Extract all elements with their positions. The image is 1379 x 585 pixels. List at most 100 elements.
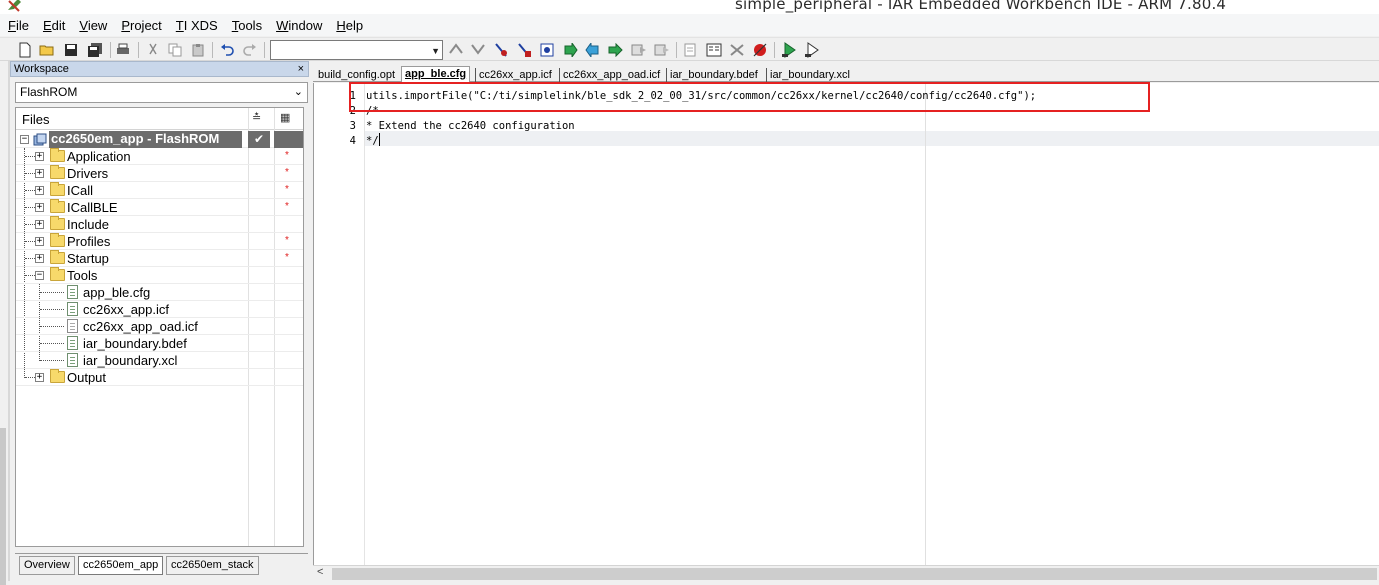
save-all-icon[interactable] bbox=[86, 41, 104, 59]
tab-iar-boundary-bdef[interactable]: iar_boundary.bdef bbox=[667, 68, 761, 82]
compile-icon[interactable] bbox=[630, 41, 648, 59]
expand-icon[interactable]: + bbox=[35, 203, 44, 212]
file-app-ble-cfg[interactable]: app_ble.cfg bbox=[16, 284, 303, 301]
close-icon[interactable]: × bbox=[298, 62, 304, 76]
expand-icon[interactable]: + bbox=[35, 237, 44, 246]
right-margin-guide bbox=[925, 83, 926, 565]
group-icallble[interactable]: + ICallBLE * bbox=[16, 199, 303, 216]
file-cc26xx-app-oad-icf[interactable]: cc26xx_app_oad.icf bbox=[16, 318, 303, 335]
open-folder-icon[interactable] bbox=[38, 41, 56, 59]
undo-icon[interactable] bbox=[218, 41, 236, 59]
excluded-file-icon bbox=[67, 319, 78, 333]
toggle-breakpoint-icon[interactable] bbox=[705, 41, 723, 59]
horizontal-scrollbar[interactable]: < bbox=[313, 565, 1379, 581]
go-to-icon[interactable] bbox=[538, 41, 556, 59]
download-and-debug-icon[interactable] bbox=[780, 41, 798, 59]
menu-view[interactable]: View bbox=[79, 18, 107, 33]
annotation-highlight-box bbox=[349, 82, 1150, 112]
group-output[interactable]: + Output bbox=[16, 369, 303, 386]
editor-tabs: build_config.opt app_ble.cfg cc26xx_app.… bbox=[313, 65, 1379, 82]
paste-icon[interactable] bbox=[189, 41, 207, 59]
tab-iar-boundary-xcl[interactable]: iar_boundary.xcl bbox=[767, 68, 853, 82]
files-header: Files ≛ ▦ bbox=[16, 108, 303, 130]
code-line[interactable]: */ bbox=[366, 135, 379, 147]
tab-cc2650em-app[interactable]: cc2650em_app bbox=[78, 556, 164, 575]
column-options-icon[interactable]: ▦ bbox=[280, 111, 290, 124]
debug-without-download-icon[interactable] bbox=[803, 41, 821, 59]
copy-icon[interactable] bbox=[166, 41, 184, 59]
file-iar-boundary-xcl[interactable]: iar_boundary.xcl bbox=[16, 352, 303, 369]
group-startup[interactable]: + Startup * bbox=[16, 250, 303, 267]
scrollbar-thumb[interactable] bbox=[332, 568, 1377, 580]
tab-cc2650em-stack[interactable]: cc2650em_stack bbox=[166, 556, 259, 575]
expand-icon[interactable]: + bbox=[35, 169, 44, 178]
sort-options-icon[interactable]: ≛ bbox=[252, 111, 261, 124]
tab-overview[interactable]: Overview bbox=[19, 556, 75, 575]
navigate-forward-icon[interactable] bbox=[561, 41, 579, 59]
collapse-icon[interactable]: − bbox=[20, 135, 29, 144]
tab-cc26xx-app-icf[interactable]: cc26xx_app.icf bbox=[476, 68, 555, 82]
navigate-back-icon[interactable] bbox=[584, 41, 602, 59]
menu-file[interactable]: File bbox=[8, 18, 29, 33]
group-application[interactable]: + Application * bbox=[16, 148, 303, 165]
rebuild-icon[interactable] bbox=[653, 41, 671, 59]
checkmark-icon: ✔ bbox=[248, 131, 270, 148]
folder-icon bbox=[50, 165, 65, 179]
expand-icon[interactable]: + bbox=[35, 254, 44, 263]
code-line[interactable]: * Extend the cc2640 configuration bbox=[366, 120, 575, 132]
configuration-value: FlashROM bbox=[20, 85, 78, 99]
group-include[interactable]: + Include bbox=[16, 216, 303, 233]
remove-breakpoints-icon[interactable] bbox=[728, 41, 746, 59]
tab-build-config-opt[interactable]: build_config.opt bbox=[315, 68, 398, 82]
chevron-down-icon[interactable]: ▼ bbox=[431, 46, 440, 56]
left-scroll-strip bbox=[0, 428, 6, 585]
expand-icon[interactable]: + bbox=[35, 220, 44, 229]
new-file-icon[interactable] bbox=[16, 41, 34, 59]
configuration-select[interactable]: FlashROM ⌄ bbox=[15, 82, 308, 103]
tab-app-ble-cfg[interactable]: app_ble.cfg bbox=[401, 66, 471, 82]
menu-window[interactable]: Window bbox=[276, 18, 322, 33]
expand-icon[interactable]: + bbox=[35, 373, 44, 382]
chevron-down-icon[interactable]: ⌄ bbox=[294, 83, 303, 102]
replace-icon[interactable] bbox=[515, 41, 533, 59]
workspace-panel: Workspace × FlashROM ⌄ Files ≛ ▦ − cc265… bbox=[10, 61, 309, 581]
tab-cc26xx-app-oad-icf[interactable]: cc26xx_app_oad.icf bbox=[560, 68, 663, 82]
toggle-bookmark-icon[interactable] bbox=[447, 41, 465, 59]
file-cc26xx-app-icf[interactable]: cc26xx_app.icf bbox=[16, 301, 303, 318]
text-caret bbox=[379, 133, 380, 146]
folder-icon bbox=[50, 182, 65, 196]
make-icon[interactable] bbox=[607, 41, 625, 59]
menu-tools[interactable]: Tools bbox=[232, 18, 262, 33]
group-tools[interactable]: − Tools bbox=[16, 267, 303, 284]
workspace-title: Workspace bbox=[14, 63, 69, 75]
redo-icon[interactable] bbox=[241, 41, 259, 59]
group-profiles[interactable]: + Profiles * bbox=[16, 233, 303, 250]
group-drivers[interactable]: + Drivers * bbox=[16, 165, 303, 182]
menu-ti-xds[interactable]: TI XDS bbox=[176, 18, 218, 33]
collapse-icon[interactable]: − bbox=[35, 271, 44, 280]
group-icall[interactable]: + ICall * bbox=[16, 182, 303, 199]
expand-icon[interactable]: + bbox=[35, 152, 44, 161]
find-combo[interactable]: ▼ bbox=[270, 40, 443, 60]
menu-project[interactable]: Project bbox=[121, 18, 161, 33]
modified-marker: * bbox=[285, 184, 289, 195]
find-in-files-icon[interactable] bbox=[492, 41, 510, 59]
stop-build-icon[interactable] bbox=[682, 41, 700, 59]
next-bookmark-icon[interactable] bbox=[469, 41, 487, 59]
menu-help[interactable]: Help bbox=[336, 18, 363, 33]
project-root-row[interactable]: − cc2650em_app - FlashROM ✔ bbox=[16, 131, 303, 148]
code-editor[interactable]: 1 2 3 4 utils.importFile("C:/ti/simpleli… bbox=[313, 83, 1379, 565]
breakpoint-icon[interactable] bbox=[751, 41, 769, 59]
expand-icon[interactable]: + bbox=[35, 186, 44, 195]
save-icon[interactable] bbox=[62, 41, 80, 59]
line-number: 3 bbox=[349, 120, 356, 132]
menu-edit[interactable]: Edit bbox=[43, 18, 65, 33]
file-iar-boundary-bdef[interactable]: iar_boundary.bdef bbox=[16, 335, 303, 352]
folder-icon bbox=[50, 369, 65, 383]
scroll-left-icon[interactable]: < bbox=[317, 566, 323, 578]
window-title: simple_peripheral - IAR Embedded Workben… bbox=[735, 0, 1227, 13]
workspace-tabs: Overview cc2650em_app cc2650em_stack bbox=[15, 553, 308, 577]
print-icon[interactable] bbox=[114, 41, 132, 59]
modified-marker: * bbox=[285, 201, 289, 212]
cut-icon[interactable] bbox=[144, 41, 162, 59]
